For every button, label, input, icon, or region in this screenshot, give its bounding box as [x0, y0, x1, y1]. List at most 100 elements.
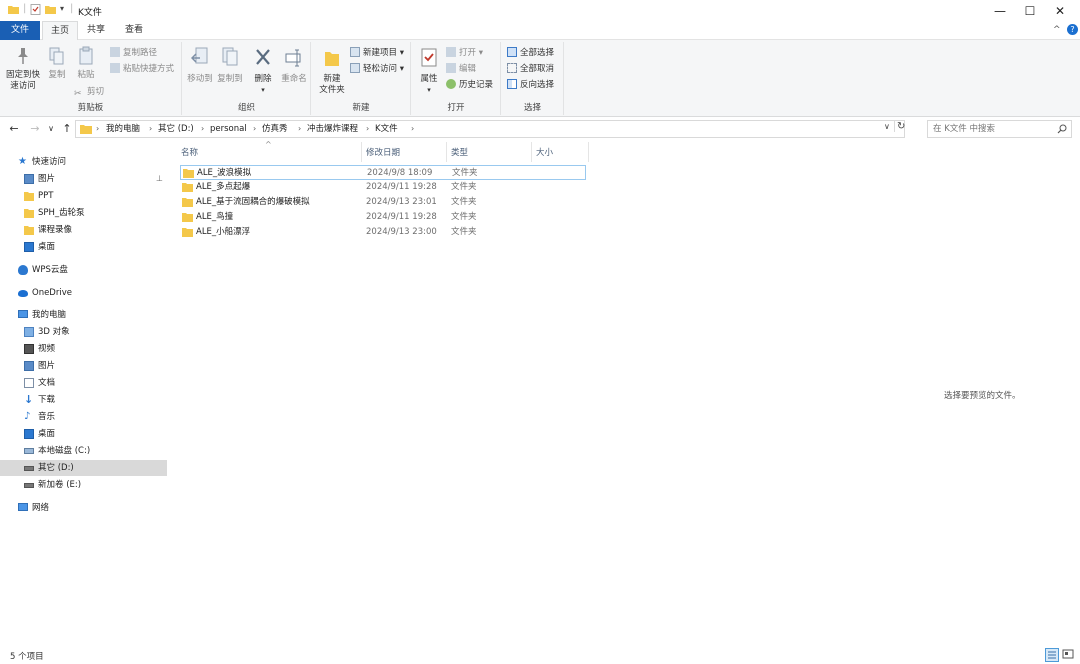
folder-icon: [8, 6, 19, 14]
nav-this-pc[interactable]: 我的电脑: [0, 307, 167, 323]
nav-item-label: 图片: [38, 174, 56, 184]
column-header-type[interactable]: 类型: [451, 146, 468, 160]
nav-desktop-quick[interactable]: 桌面: [0, 239, 167, 255]
breadcrumb-fangzhenxiu[interactable]: 仿真秀: [262, 121, 288, 137]
copy-path-label: 复制路径: [123, 48, 158, 58]
search-box[interactable]: [927, 120, 1072, 138]
breadcrumb-separator[interactable]: ›: [96, 121, 99, 137]
new-item-button[interactable]: 新建项目 ▾: [350, 46, 404, 60]
recent-locations-button[interactable]: ∨: [44, 121, 58, 137]
breadcrumb-personal[interactable]: personal: [210, 121, 247, 137]
new-folder-button[interactable]: 新建 文件夹: [316, 46, 348, 96]
nav-ppt[interactable]: PPT: [0, 188, 167, 204]
forward-button[interactable]: →: [28, 121, 42, 137]
close-button[interactable]: ✕: [1043, 0, 1077, 21]
help-icon[interactable]: ?: [1067, 24, 1078, 35]
properties-label: 属性: [420, 74, 438, 84]
nav-pictures-quick[interactable]: 图片 ⊥: [0, 171, 167, 187]
copy-to-button[interactable]: 复制到: [215, 46, 245, 85]
tab-view[interactable]: 查看: [116, 21, 152, 40]
nav-course-recordings[interactable]: 课程录像: [0, 222, 167, 238]
breadcrumb-separator[interactable]: ›: [411, 121, 414, 137]
column-divider[interactable]: [446, 142, 447, 162]
column-divider[interactable]: [588, 142, 589, 162]
rename-button[interactable]: 重命名: [279, 46, 309, 85]
file-row[interactable]: ALE_多点起爆 2024/9/11 19:28 文件夹: [180, 180, 586, 195]
breadcrumb-separator[interactable]: ›: [298, 121, 301, 137]
breadcrumb-course[interactable]: 冲击爆炸课程: [307, 121, 358, 137]
history-button[interactable]: 历史记录: [446, 78, 493, 92]
nav-documents[interactable]: 文档: [0, 375, 167, 391]
invert-selection-button[interactable]: 反向选择: [507, 78, 554, 92]
file-row[interactable]: ALE_小船漂浮 2024/9/13 23:00 文件夹: [180, 225, 586, 240]
new-folder-icon[interactable]: [45, 4, 56, 15]
nav-drive-d[interactable]: 其它 (D:): [0, 460, 167, 476]
collapse-ribbon-icon[interactable]: ^: [1053, 25, 1061, 35]
nav-music[interactable]: ♪ 音乐: [0, 409, 167, 425]
select-none-button[interactable]: 全部取消: [507, 62, 554, 76]
delete-button[interactable]: 删除 ▾: [250, 46, 276, 96]
pin-quick-access-button[interactable]: 固定到快 速访问: [4, 46, 42, 92]
nav-drive-e[interactable]: 新加卷 (E:): [0, 477, 167, 493]
breadcrumb-k-folder[interactable]: K文件: [375, 121, 398, 137]
minimize-button[interactable]: —: [983, 0, 1017, 21]
nav-sph-gear-pump[interactable]: SPH_齿轮泵: [0, 205, 167, 221]
paste-button[interactable]: 粘贴: [73, 46, 99, 81]
nav-videos[interactable]: 视频: [0, 341, 167, 357]
move-to-button[interactable]: 移动到: [185, 46, 215, 85]
nav-network[interactable]: 网络: [0, 500, 167, 516]
nav-desktop[interactable]: 桌面: [0, 426, 167, 442]
refresh-icon[interactable]: ↻: [894, 121, 905, 132]
delete-dropdown-icon[interactable]: ▾: [261, 86, 265, 94]
breadcrumb-this-pc[interactable]: 我的电脑: [106, 121, 140, 137]
breadcrumb-drive-d[interactable]: 其它 (D:): [158, 121, 194, 137]
nav-3d-objects[interactable]: 3D 对象: [0, 324, 167, 340]
breadcrumb-separator[interactable]: ›: [253, 121, 256, 137]
tab-share[interactable]: 共享: [80, 21, 112, 40]
large-icons-view-button[interactable]: [1062, 648, 1076, 662]
properties-button[interactable]: 属性 ▾: [416, 46, 442, 96]
cut-button[interactable]: ✂ 剪切: [74, 85, 104, 99]
easy-access-button[interactable]: 轻松访问 ▾: [350, 62, 404, 76]
breadcrumb-separator[interactable]: ›: [366, 121, 369, 137]
address-bar[interactable]: › 我的电脑 › 其它 (D:) › personal › 仿真秀 › 冲击爆炸…: [75, 120, 905, 138]
tab-home[interactable]: 主页: [42, 21, 78, 41]
edit-button[interactable]: 编辑: [446, 62, 476, 76]
back-button[interactable]: ←: [7, 121, 21, 137]
nav-pictures[interactable]: 图片: [0, 358, 167, 374]
properties-icon[interactable]: [30, 4, 41, 15]
search-icon[interactable]: [1057, 124, 1067, 134]
column-divider[interactable]: [531, 142, 532, 162]
file-row[interactable]: ALE_波浪模拟 2024/9/8 18:09 文件夹: [180, 165, 586, 180]
nav-downloads[interactable]: ↓ 下载: [0, 392, 167, 408]
column-divider[interactable]: [361, 142, 362, 162]
file-row[interactable]: ALE_鸟撞 2024/9/11 19:28 文件夹: [180, 210, 586, 225]
properties-dropdown-icon[interactable]: ▾: [427, 86, 431, 94]
nav-drive-c[interactable]: 本地磁盘 (C:): [0, 443, 167, 459]
breadcrumb-separator[interactable]: ›: [149, 121, 152, 137]
breadcrumb-separator[interactable]: ›: [201, 121, 204, 137]
tab-file[interactable]: 文件: [0, 21, 40, 40]
select-none-icon: [507, 63, 517, 73]
nav-quick-access[interactable]: ★ 快速访问: [0, 154, 167, 170]
copy-button[interactable]: 复制: [44, 46, 70, 81]
select-all-button[interactable]: 全部选择: [507, 46, 554, 60]
address-dropdown-icon[interactable]: ∨: [884, 122, 890, 131]
copy-path-button[interactable]: 复制路径: [110, 46, 157, 60]
pin-icon[interactable]: ⊥: [156, 171, 163, 187]
network-icon: [18, 503, 28, 511]
customize-qat-icon[interactable]: ▾: [60, 4, 64, 13]
column-header-size[interactable]: 大小: [536, 146, 553, 160]
details-view-button[interactable]: [1045, 648, 1059, 662]
nav-wps-cloud[interactable]: WPS云盘: [0, 262, 167, 278]
search-input[interactable]: [933, 123, 1053, 135]
maximize-button[interactable]: ☐: [1013, 0, 1047, 21]
open-button[interactable]: 打开 ▾: [446, 46, 483, 60]
nav-item-label: 3D 对象: [38, 327, 70, 337]
file-row[interactable]: ALE_基于流固耦合的爆破模拟 2024/9/13 23:01 文件夹: [180, 195, 586, 210]
column-header-name[interactable]: 名称: [181, 146, 198, 160]
column-header-date[interactable]: 修改日期: [366, 146, 400, 160]
up-button[interactable]: ↑: [60, 121, 74, 137]
paste-shortcut-button[interactable]: 粘贴快捷方式: [110, 62, 174, 76]
nav-onedrive[interactable]: OneDrive: [0, 285, 167, 301]
